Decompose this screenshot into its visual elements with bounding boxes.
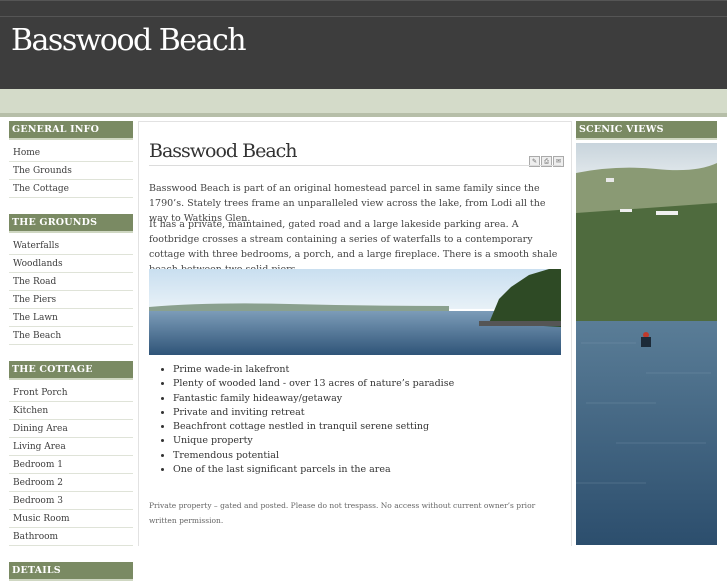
- page-title: Basswood Beach: [149, 140, 298, 162]
- sidebar-section-details: DETAILS: [9, 562, 133, 581]
- list-item: Prime wade-in lakefront: [173, 363, 454, 377]
- site-header: Basswood Beach: [0, 0, 727, 90]
- section-heading: THE GROUNDS: [9, 214, 133, 233]
- sidebar-item-the-piers[interactable]: The Piers: [9, 291, 133, 309]
- title-divider: [149, 165, 561, 166]
- sidebar-item-home[interactable]: Home: [9, 144, 133, 162]
- right-sidebar: SCENIC VIEWS: [576, 121, 717, 140]
- header-rule: [0, 16, 727, 17]
- sidebar-item-waterfalls[interactable]: Waterfalls: [9, 237, 133, 255]
- section-heading: SCENIC VIEWS: [576, 121, 717, 140]
- main-content: Basswood Beach ✎ ⎙ ✉ Basswood Beach is par…: [138, 121, 572, 546]
- site-title[interactable]: Basswood Beach: [11, 23, 247, 58]
- scenic-photo[interactable]: [576, 143, 717, 545]
- sidebar-item-bedroom-3[interactable]: Bedroom 3: [9, 492, 133, 510]
- list-item: Tremendous potential: [173, 449, 454, 463]
- list-item: Private and inviting retreat: [173, 406, 454, 420]
- sidebar-item-woodlands[interactable]: Woodlands: [9, 255, 133, 273]
- sidebar-item-music-room[interactable]: Music Room: [9, 510, 133, 528]
- list-item: Beachfront cottage nestled in tranquil s…: [173, 420, 454, 434]
- sidebar-item-the-road[interactable]: The Road: [9, 273, 133, 291]
- sidebar-item-kitchen[interactable]: Kitchen: [9, 402, 133, 420]
- description-paragraph: It has a private, maintained, gated road…: [149, 219, 558, 275]
- feature-list: Prime wade-in lakefront Plenty of wooded…: [173, 363, 454, 477]
- sidebar-item-the-cottage[interactable]: The Cottage: [9, 180, 133, 198]
- sidebar-item-the-grounds[interactable]: The Grounds: [9, 162, 133, 180]
- list-item: One of the last significant parcels in t…: [173, 463, 454, 477]
- sidebar-section-general: GENERAL INFO Home The Grounds The Cottag…: [9, 121, 133, 198]
- sidebar-section-cottage: THE COTTAGE Front Porch Kitchen Dining A…: [9, 361, 133, 546]
- lake-photo: [149, 269, 561, 355]
- section-heading: THE COTTAGE: [9, 361, 133, 380]
- sidebar-item-bathroom[interactable]: Bathroom: [9, 528, 133, 546]
- header-band: [0, 89, 727, 113]
- section-heading: GENERAL INFO: [9, 121, 133, 140]
- sidebar-item-bedroom-1[interactable]: Bedroom 1: [9, 456, 133, 474]
- sidebar-item-dining-area[interactable]: Dining Area: [9, 420, 133, 438]
- sidebar-item-front-porch[interactable]: Front Porch: [9, 384, 133, 402]
- sidebar-item-living-area[interactable]: Living Area: [9, 438, 133, 456]
- sidebar-item-bedroom-2[interactable]: Bedroom 2: [9, 474, 133, 492]
- sidebar-section-grounds: THE GROUNDS Waterfalls Woodlands The Roa…: [9, 214, 133, 345]
- section-heading: DETAILS: [9, 562, 133, 581]
- list-item: Unique property: [173, 434, 454, 448]
- footer-note: Private property – gated and posted. Ple…: [149, 501, 536, 525]
- list-item: Fantastic family hideaway/getaway: [173, 392, 454, 406]
- sidebar-item-the-lawn[interactable]: The Lawn: [9, 309, 133, 327]
- header-band-shadow: [0, 113, 727, 117]
- left-sidebar: GENERAL INFO Home The Grounds The Cottag…: [9, 121, 133, 585]
- sidebar-item-the-beach[interactable]: The Beach: [9, 327, 133, 345]
- list-item: Plenty of wooded land - over 13 acres of…: [173, 377, 454, 391]
